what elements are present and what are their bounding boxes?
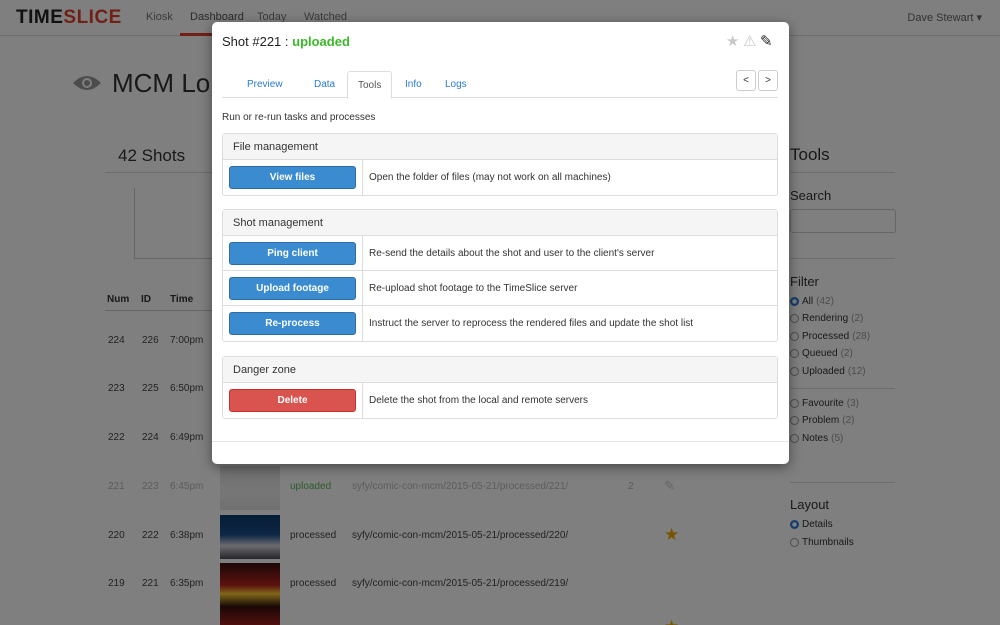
- tool-description: Delete the shot from the local and remot…: [369, 395, 588, 406]
- panel-file-management: File management View files Open the fold…: [222, 133, 778, 196]
- modal-title: Shot #221 : uploaded: [222, 34, 350, 49]
- tool-row: Ping client Re-send the details about th…: [223, 236, 777, 271]
- ping-client-button[interactable]: Ping client: [229, 242, 356, 265]
- modal-tabs: Preview Data Tools Info Logs: [222, 71, 778, 99]
- shot-modal: Shot #221 : uploaded ★ ⚠ ✎ Preview Data …: [212, 22, 789, 464]
- re-process-button[interactable]: Re-process: [229, 312, 356, 335]
- tool-description: Instruct the server to reprocess the ren…: [369, 318, 694, 329]
- view-files-button[interactable]: View files: [229, 166, 356, 189]
- modal-header: Shot #221 : uploaded ★ ⚠ ✎: [212, 22, 789, 62]
- panel-heading: Danger zone: [223, 357, 777, 383]
- prev-shot-button[interactable]: <: [736, 70, 756, 91]
- shot-status: uploaded: [292, 34, 350, 49]
- upload-footage-button[interactable]: Upload footage: [229, 277, 356, 300]
- panel-danger-zone: Danger zone Delete Delete the shot from …: [222, 356, 778, 419]
- tab-preview[interactable]: Preview: [237, 71, 293, 98]
- tab-tools[interactable]: Tools: [347, 71, 393, 99]
- panel-heading: Shot management: [223, 210, 777, 236]
- tool-row: View files Open the folder of files (may…: [223, 160, 777, 195]
- tab-info[interactable]: Info: [395, 71, 432, 98]
- warning-icon[interactable]: ⚠: [743, 34, 756, 50]
- tab-logs[interactable]: Logs: [435, 71, 477, 98]
- tool-description: Re-send the details about the shot and u…: [369, 248, 655, 259]
- panel-heading: File management: [223, 134, 777, 160]
- tool-description: Re-upload shot footage to the TimeSlice …: [369, 283, 578, 294]
- tool-description: Open the folder of files (may not work o…: [369, 172, 611, 183]
- tool-row: Upload footage Re-upload shot footage to…: [223, 271, 777, 306]
- tools-intro: Run or re-run tasks and processes: [222, 112, 376, 123]
- panel-shot-management: Shot management Ping client Re-send the …: [222, 209, 778, 342]
- star-icon[interactable]: ★: [726, 34, 739, 50]
- next-shot-button[interactable]: >: [758, 70, 778, 91]
- tool-row: Delete Delete the shot from the local an…: [223, 383, 777, 418]
- modal-footer: [212, 441, 789, 442]
- pencil-icon[interactable]: ✎: [760, 34, 773, 50]
- delete-button[interactable]: Delete: [229, 389, 356, 412]
- tool-row: Re-process Instruct the server to reproc…: [223, 306, 777, 341]
- tab-data[interactable]: Data: [304, 71, 345, 98]
